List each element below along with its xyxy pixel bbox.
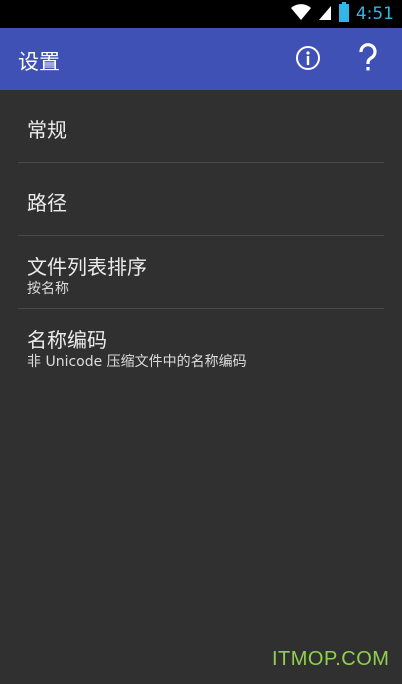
preference-file-list-sort[interactable]: 文件列表排序 按名称 xyxy=(18,236,384,309)
status-bar: 4:51 xyxy=(0,0,402,28)
info-button[interactable] xyxy=(293,45,323,75)
info-icon xyxy=(295,45,321,75)
help-icon xyxy=(357,43,379,77)
preference-list: 常规 路径 文件列表排序 按名称 名称编码 非 Unicode 压缩文件中的名称… xyxy=(0,90,402,382)
page-title: 设置 xyxy=(18,50,60,74)
preference-title: 名称编码 xyxy=(27,328,107,352)
preference-name-encoding[interactable]: 名称编码 非 Unicode 压缩文件中的名称编码 xyxy=(18,309,384,382)
watermark: ITMOP.COM xyxy=(272,648,390,670)
status-time: 4:51 xyxy=(355,4,394,24)
preference-general[interactable]: 常规 xyxy=(18,90,384,163)
preference-title: 常规 xyxy=(27,118,67,142)
preference-path[interactable]: 路径 xyxy=(18,163,384,236)
battery-icon xyxy=(338,2,350,26)
wifi-icon xyxy=(290,3,312,25)
preference-summary: 非 Unicode 压缩文件中的名称编码 xyxy=(27,354,247,370)
help-button[interactable] xyxy=(353,43,383,77)
preference-summary: 按名称 xyxy=(27,281,69,297)
signal-icon xyxy=(318,3,332,25)
preference-title: 文件列表排序 xyxy=(27,255,147,279)
action-bar: 设置 xyxy=(0,28,402,90)
preference-title: 路径 xyxy=(27,191,67,215)
